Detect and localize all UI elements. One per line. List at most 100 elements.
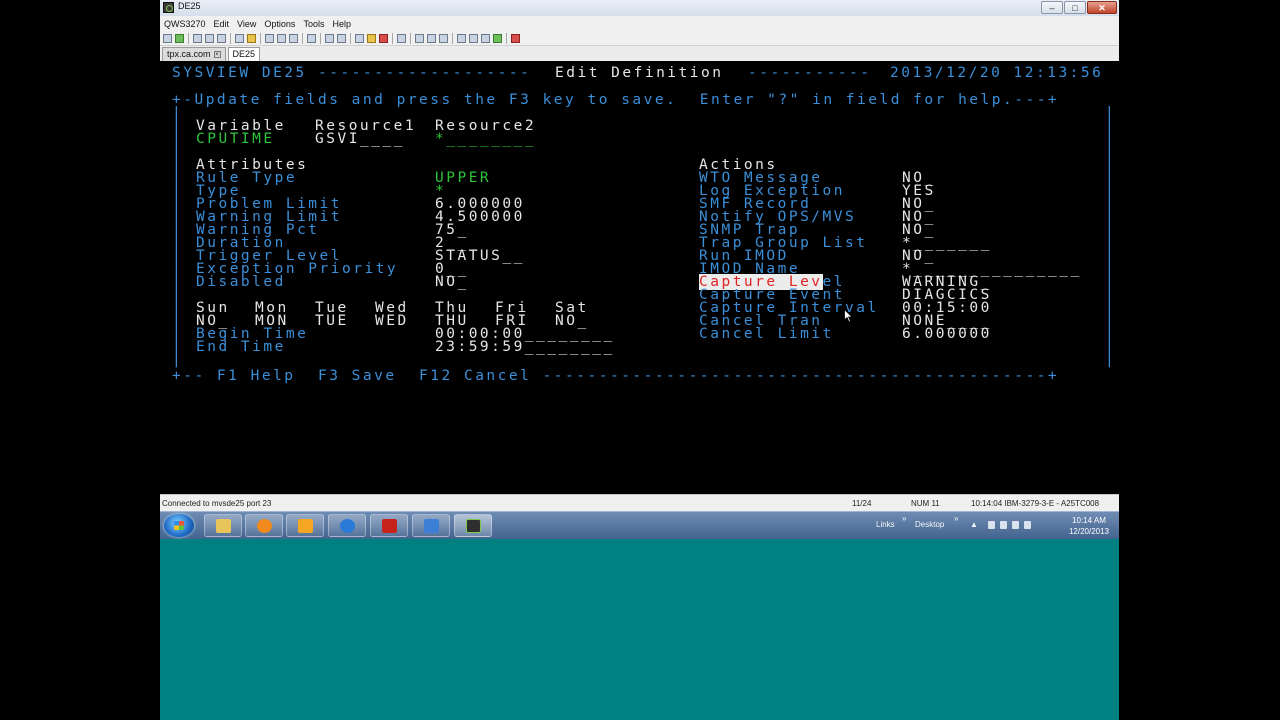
mouse-cursor-icon	[844, 309, 853, 323]
menu-tools[interactable]: Tools	[299, 19, 328, 29]
ie-icon	[340, 519, 355, 533]
toolbar	[160, 31, 1119, 46]
left-pillarbox	[0, 0, 160, 720]
links-toolbar[interactable]: Links	[876, 520, 895, 529]
toolbar-separator	[392, 32, 393, 44]
explorer-taskbar-button[interactable]	[204, 514, 242, 537]
header-datetime: 2013/12/20 12:13:56	[890, 65, 1104, 81]
show-hidden-icons-icon[interactable]: ▲	[970, 520, 978, 529]
outlook-icon	[298, 519, 313, 533]
disconnect-icon[interactable]	[511, 33, 520, 43]
header-left: SYSVIEW DE25 -------------------	[172, 65, 532, 81]
media-player-taskbar-button[interactable]	[245, 514, 283, 537]
num-lock-indicator: NUM 11	[911, 499, 940, 508]
session-list-icon[interactable]	[427, 33, 436, 43]
terminal-screen[interactable]: SYSVIEW DE25 ------------------- Edit De…	[160, 61, 1119, 494]
clock-time: 10:14 AM	[1072, 516, 1106, 525]
receive-file-icon[interactable]	[247, 33, 256, 43]
refresh-icon[interactable]	[493, 33, 502, 43]
record-icon[interactable]	[355, 33, 364, 43]
resource2-field[interactable]: *________	[435, 132, 536, 147]
attr-value-disabled[interactable]: NO_	[435, 275, 469, 290]
menu-help[interactable]: Help	[328, 19, 355, 29]
tab-tpx[interactable]: tpx.ca.com ×	[162, 47, 226, 61]
menu-edit[interactable]: Edit	[210, 19, 234, 29]
print-icon[interactable]	[193, 33, 202, 43]
pf-key-footer[interactable]: +-- F1 Help F3 Save F12 Cancel ---------…	[172, 369, 1059, 384]
end-time-field[interactable]: 23:59:59________	[435, 340, 615, 355]
tab-close-icon[interactable]: ×	[213, 51, 221, 58]
font-icon[interactable]	[469, 33, 478, 43]
action-label-cancel-limit: Cancel Limit	[699, 326, 834, 342]
toolbar-separator	[506, 32, 507, 44]
toolbar-separator	[350, 32, 351, 44]
stop-icon[interactable]	[379, 33, 388, 43]
desktop-toolbar[interactable]: Desktop	[915, 520, 944, 529]
save-icon[interactable]	[205, 33, 214, 43]
header-dashes: -----------	[748, 65, 872, 81]
day-value-wed[interactable]: WED	[375, 314, 409, 329]
hotspot-icon[interactable]	[397, 33, 406, 43]
toolbar-separator	[410, 32, 411, 44]
tile-icon[interactable]	[439, 33, 448, 43]
resource1-field[interactable]: GSVI____	[315, 132, 405, 147]
tab-label: DE25	[232, 49, 256, 59]
screen-title: Edit Definition	[555, 65, 724, 81]
connect-icon[interactable]	[163, 33, 172, 43]
run-macro-icon[interactable]	[367, 33, 376, 43]
cut-icon[interactable]	[265, 33, 274, 43]
status-bar: Connected to mvsde25 port 23 11/24 NUM 1…	[160, 494, 1119, 511]
play-icon	[257, 519, 272, 533]
variable-value: CPUTIME	[196, 131, 275, 147]
instructions: +-Update fields and press the F3 key to …	[172, 92, 1060, 108]
reconnect-icon[interactable]	[175, 33, 184, 43]
window-controls: – □ ✕	[1041, 1, 1117, 14]
connection-icon	[424, 519, 439, 533]
toolbar-separator	[452, 32, 453, 44]
filezilla-taskbar-button[interactable]	[370, 514, 408, 537]
left-border: |	[172, 352, 184, 368]
toolbar-separator	[320, 32, 321, 44]
maximize-button[interactable]: □	[1064, 1, 1086, 14]
menu-bar: QWS3270 Edit View Options Tools Help	[160, 16, 1119, 31]
tab-de25[interactable]: DE25	[227, 47, 261, 61]
script-icon[interactable]	[337, 33, 346, 43]
send-file-icon[interactable]	[235, 33, 244, 43]
day-value-tue[interactable]: TUE	[315, 314, 349, 329]
copy-icon[interactable]	[277, 33, 286, 43]
new-session-icon[interactable]	[415, 33, 424, 43]
qws3270-taskbar-button[interactable]	[454, 514, 492, 537]
minimize-button[interactable]: –	[1041, 1, 1063, 14]
menu-view[interactable]: View	[233, 19, 260, 29]
right-pillarbox	[1119, 0, 1279, 720]
action-value-cancel-limit[interactable]: 6.000000	[902, 327, 992, 342]
power-icon[interactable]	[1000, 521, 1007, 529]
toolbar-separator	[260, 32, 261, 44]
macro-icon[interactable]	[325, 33, 334, 43]
window-title: DE25	[178, 1, 201, 11]
window-titlebar: DE25 – □ ✕	[160, 0, 1119, 17]
right-border: |	[1105, 352, 1117, 368]
clock[interactable]: 10:14 AM 12/20/2013	[1069, 515, 1109, 537]
outlook-taskbar-button[interactable]	[286, 514, 324, 537]
color-icon[interactable]	[481, 33, 490, 43]
network-app-taskbar-button[interactable]	[412, 514, 450, 537]
network-icon[interactable]	[1012, 521, 1019, 529]
desktop: DE25 – □ ✕ QWS3270 Edit View Options Too…	[160, 0, 1119, 720]
print-screen-icon[interactable]	[217, 33, 226, 43]
links-chevron-icon[interactable]: »	[902, 514, 906, 523]
close-button[interactable]: ✕	[1087, 1, 1117, 14]
volume-icon[interactable]	[1024, 521, 1031, 529]
tab-label: tpx.ca.com	[167, 49, 211, 59]
keyboard-icon[interactable]	[307, 33, 316, 43]
qws3270-app-icon[interactable]	[163, 2, 174, 13]
desktop-chevron-icon[interactable]: »	[954, 514, 958, 523]
toolbar-separator	[230, 32, 231, 44]
paste-icon[interactable]	[289, 33, 298, 43]
settings-icon[interactable]	[457, 33, 466, 43]
internet-explorer-taskbar-button[interactable]	[328, 514, 366, 537]
flag-icon[interactable]	[988, 521, 995, 529]
start-button[interactable]	[164, 514, 194, 537]
menu-options[interactable]: Options	[260, 19, 299, 29]
menu-qws3270[interactable]: QWS3270	[160, 19, 210, 29]
